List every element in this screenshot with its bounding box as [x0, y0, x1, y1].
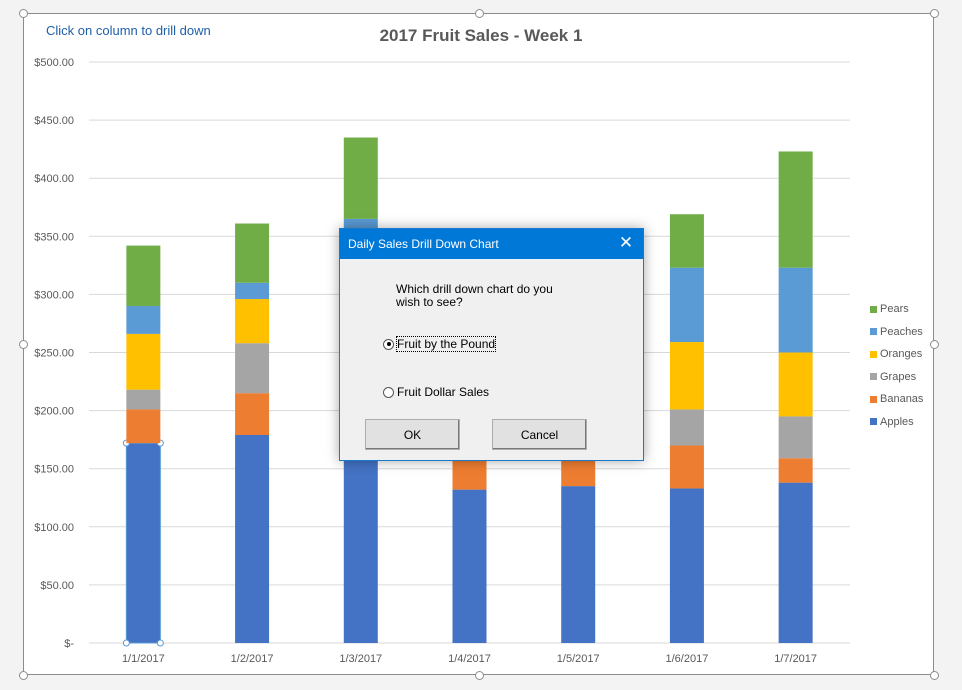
bar-oranges-1/6/2017[interactable] — [669, 342, 704, 410]
bar-pears-1/3/2017[interactable] — [343, 137, 378, 219]
dialog-titlebar[interactable]: Daily Sales Drill Down Chart ✕ — [340, 229, 643, 259]
bar-pears-1/1/2017[interactable] — [126, 245, 161, 307]
legend-label: Grapes — [880, 370, 917, 383]
bar-apples-1/5/2017[interactable] — [561, 486, 596, 643]
legend-swatch — [870, 328, 877, 336]
close-icon[interactable]: ✕ — [617, 234, 635, 252]
bar-apples-1/7/2017[interactable] — [778, 482, 813, 643]
bar-apples-1/2/2017[interactable] — [235, 435, 270, 643]
x-tick-label: 1/1/2017 — [122, 653, 165, 665]
bar-grapes-1/6/2017[interactable] — [669, 409, 704, 446]
bar-grapes-1/2/2017[interactable] — [235, 343, 270, 394]
bar-bananas-1/1/2017[interactable] — [126, 409, 161, 444]
bar-peaches-1/6/2017[interactable] — [669, 267, 704, 343]
selection-handle[interactable] — [156, 639, 164, 647]
bar-apples-1/4/2017[interactable] — [452, 489, 487, 643]
dialog-question: Which drill down chart do you wish to se… — [396, 282, 553, 309]
cancel-button[interactable]: Cancel — [492, 419, 587, 450]
legend-swatch — [870, 350, 877, 358]
x-tick-label: 1/5/2017 — [557, 653, 600, 665]
x-tick-label: 1/7/2017 — [774, 653, 817, 665]
selection-handle[interactable] — [122, 639, 130, 647]
bar-oranges-1/1/2017[interactable] — [126, 333, 161, 390]
legend-swatch — [870, 373, 877, 381]
ok-button[interactable]: OK — [365, 419, 460, 450]
bar-peaches-1/2/2017[interactable] — [235, 282, 270, 300]
legend-item-pears[interactable]: Pears — [870, 298, 923, 321]
x-tick-label: 1/2/2017 — [231, 653, 274, 665]
y-tick-label: $50.00 — [40, 580, 74, 592]
legend-label: Apples — [880, 415, 914, 428]
legend-label: Bananas — [880, 393, 924, 406]
y-tick-label: $450.00 — [34, 115, 74, 127]
y-tick-label: $150.00 — [34, 464, 74, 476]
y-tick-label: $200.00 — [34, 406, 74, 418]
bar-pears-1/6/2017[interactable] — [669, 214, 704, 268]
y-tick-label: $100.00 — [34, 522, 74, 534]
bar-oranges-1/2/2017[interactable] — [235, 299, 270, 344]
bar-bananas-1/6/2017[interactable] — [669, 445, 704, 489]
option-fruit-by-pound[interactable]: Fruit by the Pound — [383, 336, 497, 352]
bar-pears-1/7/2017[interactable] — [778, 151, 813, 268]
legend-item-grapes[interactable]: Grapes — [870, 366, 923, 389]
legend: Pears Peaches Oranges Grapes Bananas Apples — [870, 298, 923, 433]
ok-label: OK — [403, 427, 422, 442]
y-tick-label: $250.00 — [34, 348, 74, 360]
legend-label: Oranges — [880, 348, 923, 361]
cancel-label: Cancel — [520, 427, 559, 442]
drill-down-dialog: Daily Sales Drill Down Chart ✕ Which dri… — [339, 228, 644, 461]
legend-item-apples[interactable]: Apples — [870, 411, 923, 434]
dialog-title: Daily Sales Drill Down Chart — [348, 237, 499, 251]
bar-oranges-1/7/2017[interactable] — [778, 352, 813, 417]
y-tick-label: $350.00 — [34, 231, 74, 243]
legend-swatch — [870, 305, 877, 313]
x-tick-label: 1/6/2017 — [666, 653, 709, 665]
bar-apples-1/6/2017[interactable] — [669, 488, 704, 643]
option-label: Fruit Dollar Sales — [397, 385, 490, 399]
bar-apples-1/3/2017[interactable] — [343, 459, 378, 643]
radio-button[interactable] — [383, 386, 394, 398]
legend-item-peaches[interactable]: Peaches — [870, 321, 923, 344]
radio-button-checked[interactable] — [383, 338, 394, 350]
legend-swatch — [870, 418, 877, 426]
y-tick-label: $500.00 — [34, 57, 74, 69]
option-label: Fruit by the Pound — [395, 336, 497, 352]
y-tick-label: $300.00 — [34, 289, 74, 301]
bar-grapes-1/7/2017[interactable] — [778, 416, 813, 459]
y-tick-label: $400.00 — [34, 173, 74, 185]
bar-bananas-1/2/2017[interactable] — [235, 393, 270, 436]
x-tick-label: 1/4/2017 — [448, 653, 491, 665]
bar-peaches-1/7/2017[interactable] — [778, 267, 813, 353]
x-tick-label: 1/3/2017 — [339, 653, 382, 665]
legend-label: Peaches — [880, 325, 923, 338]
bar-apples-1/1/2017[interactable] — [126, 443, 161, 643]
legend-item-oranges[interactable]: Oranges — [870, 343, 923, 366]
legend-label: Pears — [880, 303, 909, 316]
option-fruit-dollar-sales[interactable]: Fruit Dollar Sales — [383, 385, 489, 399]
legend-swatch — [870, 395, 877, 403]
legend-item-bananas[interactable]: Bananas — [870, 388, 923, 411]
bar-peaches-1/1/2017[interactable] — [126, 306, 161, 334]
bar-grapes-1/1/2017[interactable] — [126, 389, 161, 410]
y-tick-label: $- — [64, 638, 74, 650]
bar-bananas-1/7/2017[interactable] — [778, 458, 813, 483]
bar-pears-1/2/2017[interactable] — [235, 223, 270, 283]
